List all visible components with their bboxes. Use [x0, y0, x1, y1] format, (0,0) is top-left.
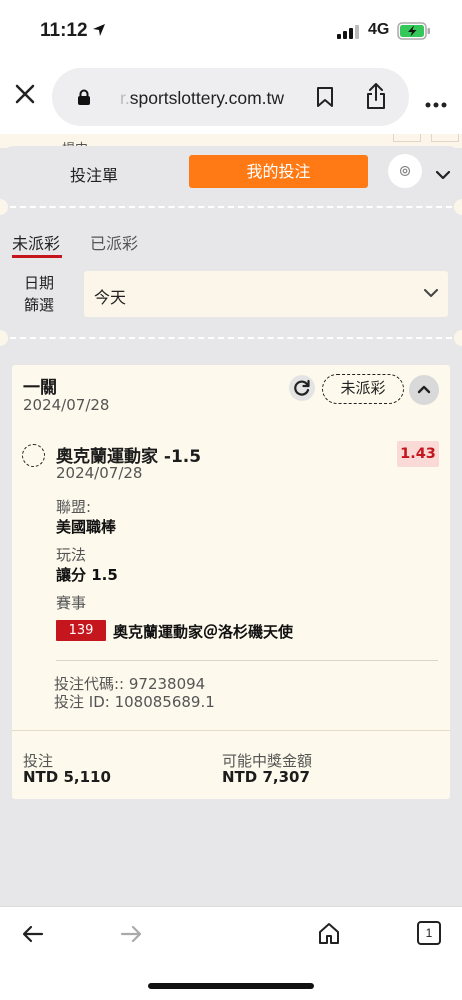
- background-box: [431, 134, 459, 142]
- tab-betslip[interactable]: 投注單: [70, 162, 118, 186]
- my-bets-panel: 投注單 我的投注 未派彩 已派彩 日期 篩選 今天 一關 2024/07/28 …: [0, 146, 462, 906]
- ticket-divider: [0, 328, 462, 348]
- bet-type: 一關: [23, 378, 57, 398]
- status-bar: 11:12 4G: [0, 0, 462, 62]
- ticket-divider: [0, 197, 462, 217]
- refresh-button[interactable]: [289, 375, 315, 401]
- chevron-down-icon: [424, 289, 438, 297]
- chevron-down-icon[interactable]: [435, 165, 451, 184]
- location-arrow-icon: [92, 22, 106, 41]
- bet-codes: 投注代碼:: 97238094 投注 ID: 108085689.1: [54, 675, 215, 711]
- league-label: 聯盟:: [56, 498, 92, 516]
- home-icon[interactable]: [317, 921, 341, 949]
- divider: [56, 660, 438, 661]
- event-name: 奧克蘭運動家＠洛杉磯天使: [113, 623, 294, 641]
- lock-icon: [77, 89, 91, 109]
- refresh-icon: [294, 379, 310, 396]
- background-box: [393, 134, 421, 142]
- potential-win-value: NTD 7,307: [222, 768, 310, 786]
- event-label: 賽事: [56, 594, 87, 612]
- league-value: 美國職棒: [56, 518, 117, 536]
- collapse-button[interactable]: [409, 375, 439, 405]
- clock: 11:12: [40, 20, 88, 41]
- odds-badge: 1.43: [397, 441, 439, 467]
- battery-charging-icon: [397, 22, 431, 44]
- settings-button[interactable]: [388, 154, 422, 188]
- close-icon[interactable]: [14, 83, 36, 109]
- forward-arrow-icon[interactable]: [120, 925, 142, 947]
- bet-code: 投注代碼:: 97238094: [54, 675, 206, 693]
- date-filter-select[interactable]: 今天: [84, 271, 448, 317]
- share-icon[interactable]: [365, 82, 387, 114]
- date-filter-value: 今天: [94, 288, 127, 307]
- stake-value: NTD 5,110: [23, 768, 111, 786]
- gear-icon: [399, 165, 411, 177]
- date-filter-label: 日期 篩選: [24, 274, 55, 314]
- signal-icon: [337, 24, 361, 43]
- selection-status-icon: [22, 444, 45, 467]
- tab-my-bets[interactable]: 我的投注: [189, 155, 368, 188]
- chevron-up-icon: [417, 385, 431, 394]
- url-field[interactable]: r.sportslottery.com.tw: [52, 68, 409, 126]
- tab-active-indicator: [12, 255, 62, 258]
- tab-unsettled[interactable]: 未派彩: [12, 230, 60, 254]
- bet-id: 投注 ID: 108085689.1: [54, 693, 215, 711]
- tab-settled[interactable]: 已派彩: [90, 230, 138, 254]
- market-value: 讓分 1.5: [56, 566, 118, 584]
- selection-date: 2024/07/28: [56, 464, 143, 482]
- divider: [12, 730, 450, 731]
- browser-toolbar: 1: [0, 906, 462, 1000]
- back-arrow-icon[interactable]: [22, 925, 44, 947]
- bet-date: 2024/07/28: [23, 396, 110, 414]
- network-type: 4G: [368, 21, 390, 38]
- tabs-button[interactable]: 1: [417, 921, 441, 945]
- event-number-badge: 139: [56, 620, 106, 641]
- url-text: r.sportslottery.com.tw: [120, 88, 285, 108]
- bookmark-icon[interactable]: [316, 86, 334, 112]
- more-icon[interactable]: [425, 93, 447, 112]
- browser-address-bar: r.sportslottery.com.tw: [0, 62, 462, 134]
- bet-card: 一關 2024/07/28 未派彩 奧克蘭運動家 -1.5 2024/07/28…: [12, 365, 450, 799]
- home-indicator: [148, 983, 314, 989]
- market-label: 玩法: [56, 546, 87, 564]
- status-badge: 未派彩: [322, 374, 404, 404]
